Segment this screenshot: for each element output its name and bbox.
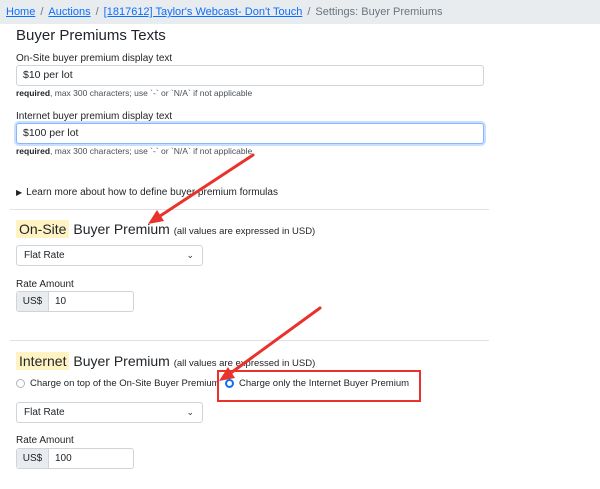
internet-bp-title: Buyer Premium (73, 353, 170, 369)
breadcrumb: Home / Auctions / [1817612] Taylor's Webcast… (0, 0, 600, 24)
onsite-bp-note: (all values are expressed in USD) (173, 226, 316, 237)
chevron-down-icon: ⌄ (186, 407, 194, 417)
breadcrumb-home-link[interactable]: Home (6, 6, 35, 18)
internet-text-input[interactable]: $100 per lot (16, 123, 484, 144)
internet-highlight: Internet (16, 352, 70, 370)
required-label: required (16, 146, 51, 156)
annotation-highlight-box (217, 370, 421, 402)
onsite-rate-label: Rate Amount (16, 279, 74, 290)
breadcrumb-auction-link[interactable]: [1817612] Taylor's Webcast- Don't Touch (104, 6, 303, 18)
internet-bp-heading: Internet Buyer Premium (all values are e… (16, 352, 316, 370)
radio-option-on-top[interactable]: Charge on top of the On-Site Buyer Premi… (16, 378, 220, 389)
onsite-bp-type-select[interactable]: Flat Rate ⌄ (16, 245, 203, 266)
hint-text: , max 300 characters; use `-` or `N/A` i… (50, 88, 253, 98)
internet-rate-label: Rate Amount (16, 435, 74, 446)
breadcrumb-separator: / (40, 6, 44, 18)
breadcrumb-separator: / (307, 6, 311, 18)
currency-prefix: US$ (17, 292, 49, 311)
onsite-text-input[interactable]: $10 per lot (16, 65, 484, 86)
radio-unchecked-icon[interactable] (16, 379, 25, 388)
internet-rate-input[interactable]: US$ 100 (16, 448, 134, 469)
internet-bp-type-value: Flat Rate (24, 407, 65, 418)
breadcrumb-separator: / (95, 6, 99, 18)
learn-more-label: Learn more about how to define buyer pre… (26, 187, 278, 198)
onsite-rate-value: 10 (55, 296, 67, 307)
page-title: Buyer Premiums Texts (16, 27, 166, 44)
internet-text-hint: required, max 300 characters; use `-` or… (16, 146, 252, 156)
onsite-text-hint: required, max 300 characters; use `-` or… (16, 88, 252, 98)
currency-prefix: US$ (17, 449, 49, 468)
breadcrumb-auctions-link[interactable]: Auctions (48, 6, 90, 18)
breadcrumb-current: Settings: Buyer Premiums (315, 6, 443, 18)
onsite-rate-input[interactable]: US$ 10 (16, 291, 134, 312)
section-divider (10, 340, 489, 341)
hint-text: , max 300 characters; use `-` or `N/A` i… (50, 146, 253, 156)
internet-rate-value: 100 (55, 453, 72, 464)
required-label: required (16, 88, 51, 98)
onsite-bp-title: Buyer Premium (73, 221, 170, 237)
internet-bp-note: (all values are expressed in USD) (173, 358, 316, 369)
caret-right-icon: ▶ (16, 188, 23, 197)
internet-bp-type-select[interactable]: Flat Rate ⌄ (16, 402, 203, 423)
radio-on-top-label: Charge on top of the On-Site Buyer Premi… (30, 378, 220, 389)
section-divider (10, 209, 489, 210)
onsite-highlight: On-Site (16, 220, 70, 238)
internet-text-label: Internet buyer premium display text (16, 111, 173, 122)
chevron-down-icon: ⌄ (186, 250, 194, 260)
onsite-bp-type-value: Flat Rate (24, 250, 65, 261)
onsite-bp-heading: On-Site Buyer Premium (all values are ex… (16, 220, 316, 238)
learn-more-toggle[interactable]: ▶ Learn more about how to define buyer pr… (16, 187, 278, 198)
onsite-text-label: On-Site buyer premium display text (16, 53, 173, 64)
